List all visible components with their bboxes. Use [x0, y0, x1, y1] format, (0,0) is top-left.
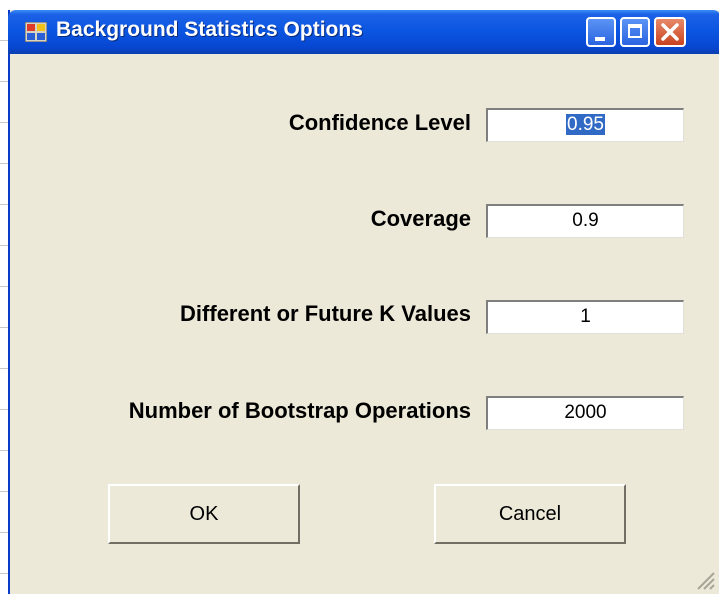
window-title: Background Statistics Options	[56, 18, 363, 41]
dialog-window: Background Statistics Options Confidence…	[8, 10, 719, 594]
background-window-edge	[0, 0, 8, 594]
minimize-icon	[595, 37, 605, 41]
app-window-icon	[25, 22, 47, 42]
coverage-label: Coverage	[370, 206, 471, 231]
cancel-button[interactable]: Cancel	[434, 484, 626, 544]
close-icon	[661, 23, 679, 41]
ok-button[interactable]: OK	[108, 484, 300, 544]
k-values-label: Different or Future K Values	[180, 301, 471, 326]
coverage-field[interactable]: 0.9	[486, 204, 684, 238]
bootstrap-operations-field[interactable]: 2000	[486, 396, 684, 430]
resize-grip-icon[interactable]	[693, 568, 715, 590]
confidence-level-value: 0.95	[566, 114, 605, 135]
minimize-button[interactable]	[586, 17, 616, 47]
k-values-field[interactable]: 1	[486, 300, 684, 334]
bootstrap-operations-label: Number of Bootstrap Operations	[128, 398, 471, 423]
maximize-icon	[628, 24, 642, 38]
confidence-level-label: Confidence Level	[288, 110, 471, 135]
maximize-button[interactable]	[620, 17, 650, 47]
confidence-level-field[interactable]: 0.95	[486, 108, 684, 142]
close-button[interactable]	[654, 17, 686, 47]
title-bar[interactable]: Background Statistics Options	[8, 10, 719, 54]
